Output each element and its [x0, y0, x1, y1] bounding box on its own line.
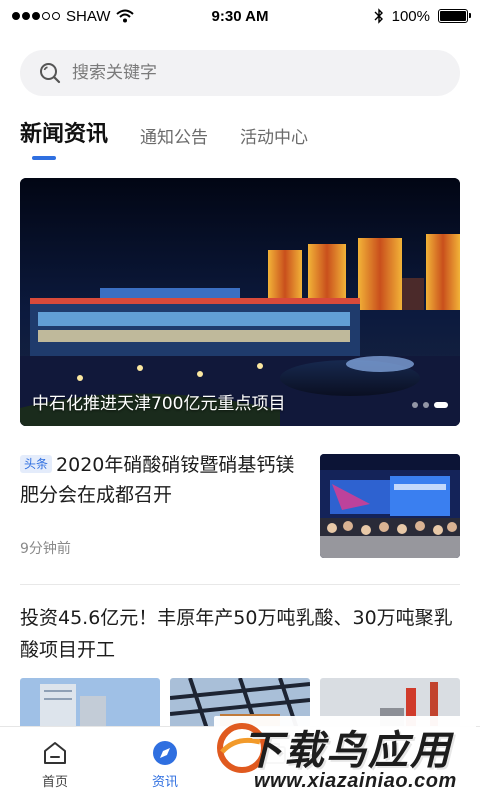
carrier-name: SHAW [66, 7, 111, 25]
battery-icon [438, 9, 471, 23]
status-bar: SHAW 9:30 AM 100% [0, 0, 480, 32]
watermark-url: www.xiazainiao.com [254, 770, 457, 792]
news-item[interactable]: 头条 2020年硝酸硝铵暨硝基钙镁肥分会在成都召开 9分钟前 [20, 450, 460, 560]
featured-banner[interactable]: 中石化推进天津700亿元重点项目 [20, 178, 460, 426]
battery-fill [440, 11, 466, 21]
news-title: 头条 2020年硝酸硝铵暨硝基钙镁肥分会在成都召开 [20, 450, 302, 510]
carousel-dot[interactable] [412, 402, 418, 408]
nav-home-label: 首页 [41, 775, 68, 790]
tab-events-label: 活动中心 [240, 128, 309, 148]
nav-news-label: 资讯 [151, 775, 178, 790]
tab-events[interactable]: 活动中心 [240, 123, 308, 160]
tab-notices[interactable]: 通知公告 [140, 123, 208, 160]
status-time: 9:30 AM [211, 7, 269, 25]
tab-news[interactable]: 新闻资讯 [20, 116, 108, 160]
nav-home[interactable]: 首页 [0, 727, 110, 800]
tab-news-label: 新闻资讯 [20, 122, 109, 147]
carousel-indicator [412, 402, 448, 408]
compass-icon [153, 741, 177, 765]
news-title[interactable]: 投资45.6亿元！丰原年产50万吨乳酸、30万吨聚乳酸项目开工 [20, 602, 460, 666]
search-icon [40, 63, 61, 84]
list-divider [20, 584, 460, 585]
watermark-name: 下载鸟应用 [242, 728, 452, 774]
carousel-dot[interactable] [423, 402, 429, 408]
banner-caption: 中石化推进天津700亿元重点项目 [32, 394, 286, 414]
wifi-icon [116, 9, 135, 23]
tab-notices-label: 通知公告 [140, 128, 209, 148]
carousel-dot-active[interactable] [434, 402, 448, 408]
nav-news[interactable]: 资讯 [110, 727, 220, 800]
search-input[interactable] [72, 63, 432, 83]
news-title-text: 2020年硝酸硝铵暨硝基钙镁肥分会在成都召开 [20, 454, 295, 506]
headline-badge: 头条 [20, 455, 53, 473]
home-icon [44, 742, 66, 764]
status-left: SHAW [12, 8, 182, 25]
bluetooth-icon [374, 8, 383, 24]
site-watermark: 下载鸟应用 www.xiazainiao.com [214, 716, 476, 798]
tab-active-indicator [32, 156, 56, 160]
signal-strength-icon [12, 12, 60, 20]
status-right: 100% [298, 7, 471, 25]
battery-percent: 100% [391, 7, 430, 25]
news-thumbnail [320, 454, 460, 558]
search-bar[interactable] [20, 50, 460, 96]
news-time: 9分钟前 [20, 541, 71, 557]
category-tabs: 新闻资讯 通知公告 活动中心 [20, 116, 308, 160]
